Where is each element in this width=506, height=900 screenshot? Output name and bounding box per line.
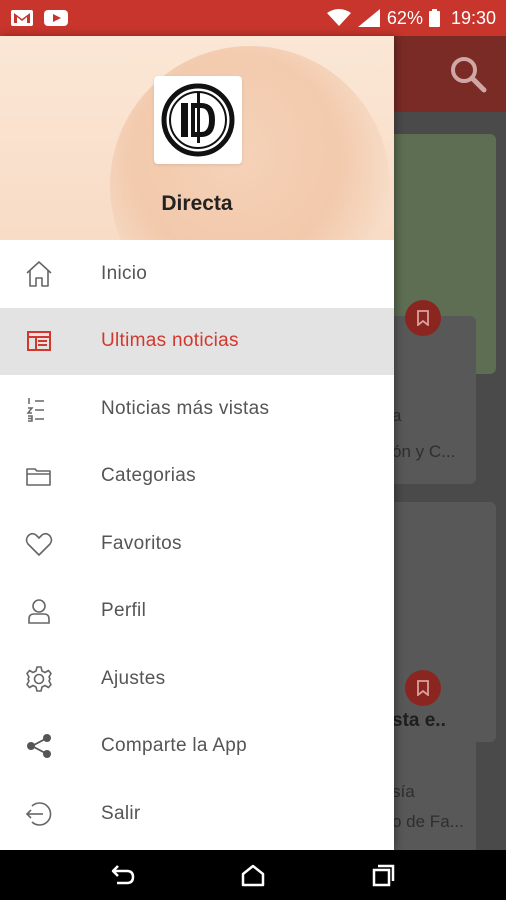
menu-item-categorias[interactable]: Categorias: [0, 443, 394, 511]
bookmark-button[interactable]: [405, 300, 441, 336]
drawer-header: Directa: [0, 36, 394, 240]
menu-label: Ajustes: [101, 667, 166, 689]
menu-item-favoritos[interactable]: Favoritos: [0, 510, 394, 578]
menu-item-ajustes[interactable]: Ajustes: [0, 645, 394, 713]
youtube-icon: [44, 9, 68, 27]
menu-item-perfil[interactable]: Perfil: [0, 578, 394, 646]
menu-label: Inicio: [101, 262, 148, 284]
system-nav-bar: [0, 850, 506, 900]
card-text: ón y C...: [392, 442, 456, 461]
card-title: sta e..: [392, 710, 446, 731]
menu-label: Favoritos: [101, 532, 182, 554]
user-icon: [24, 596, 54, 626]
menu-label: Perfil: [101, 600, 147, 622]
share-icon: [24, 731, 54, 761]
battery-percent: 62%: [386, 7, 423, 28]
home-nav-icon[interactable]: [238, 860, 268, 890]
signal-icon: [357, 9, 381, 27]
menu-label: Salir: [101, 802, 141, 824]
news-icon: [24, 326, 54, 356]
back-icon[interactable]: [108, 860, 138, 890]
navigation-drawer: Directa Inicio Ultimas noticias Noticias…: [0, 36, 394, 850]
brand-name: Directa: [161, 192, 233, 215]
menu-item-comparte-la-app[interactable]: Comparte la App: [0, 713, 394, 781]
card-text: sía: [392, 782, 415, 801]
gear-icon: [24, 664, 54, 694]
drawer-menu: Inicio Ultimas noticias Noticias más vis…: [0, 240, 394, 848]
heart-icon: [24, 529, 54, 559]
bookmark-button[interactable]: [405, 670, 441, 706]
status-bar: 62% 19:30: [0, 0, 506, 36]
home-icon: [24, 259, 54, 289]
app-logo: [154, 76, 242, 164]
menu-item-noticias-mas-vistas[interactable]: Noticias más vistas: [0, 375, 394, 443]
search-icon[interactable]: [448, 54, 488, 94]
menu-item-salir[interactable]: Salir: [0, 780, 394, 848]
ranked-list-icon: [24, 394, 54, 424]
gmail-icon: [10, 9, 34, 27]
card-text: o de Fa...: [392, 812, 464, 831]
menu-item-ultimas-noticias[interactable]: Ultimas noticias: [0, 307, 394, 375]
menu-label: Noticias más vistas: [101, 397, 270, 419]
menu-item-inicio[interactable]: Inicio: [0, 240, 394, 308]
wifi-icon: [326, 9, 351, 27]
clock: 19:30: [450, 7, 496, 28]
recents-icon[interactable]: [368, 860, 398, 890]
battery-icon: [429, 9, 441, 27]
menu-label: Categorias: [101, 465, 196, 487]
folder-icon: [24, 461, 54, 491]
menu-label: Comparte la App: [101, 735, 248, 757]
logout-icon: [24, 799, 54, 829]
menu-label: Ultimas noticias: [101, 330, 239, 352]
